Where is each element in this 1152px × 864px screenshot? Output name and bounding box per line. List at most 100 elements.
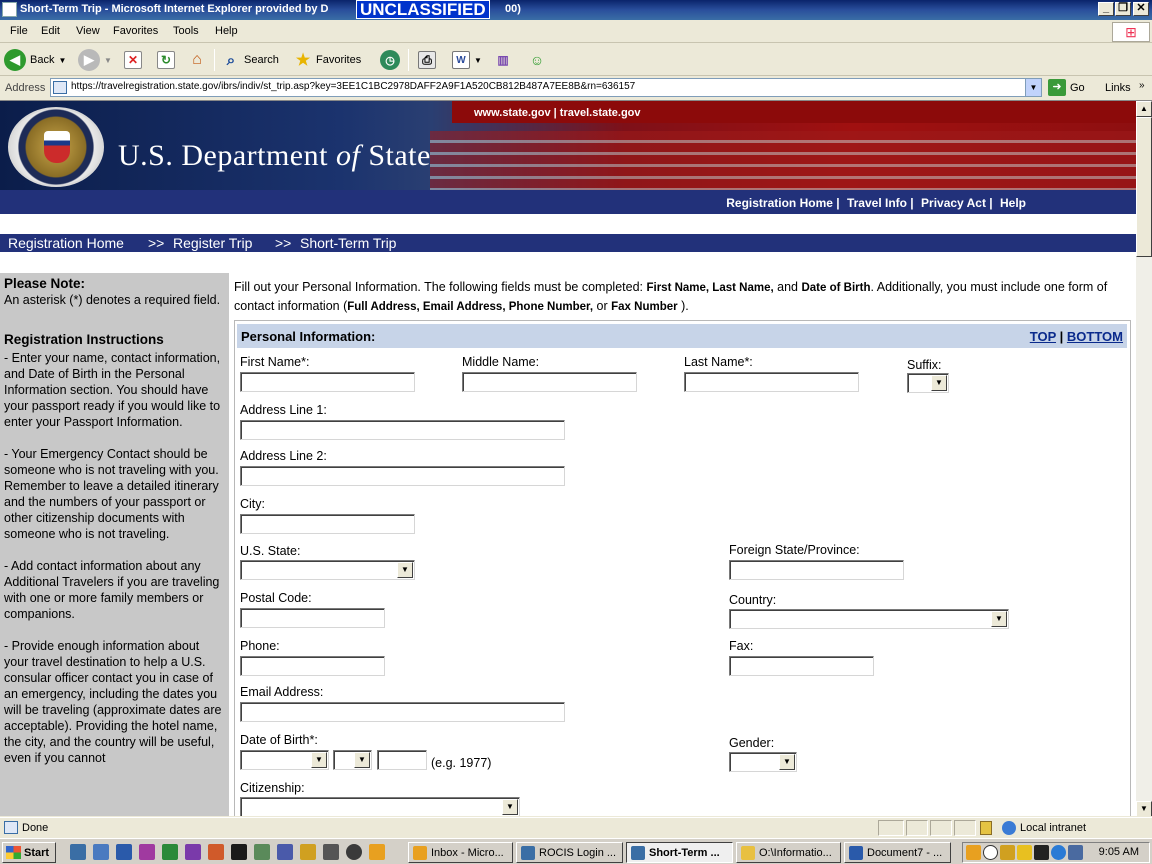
suffix-select[interactable]: ▼ (907, 373, 949, 393)
breadcrumb-register-trip[interactable]: Register Trip (173, 235, 252, 251)
scroll-down-icon[interactable]: ▼ (1136, 801, 1152, 816)
dob-day-select[interactable]: ▼ (333, 750, 372, 770)
forward-button[interactable]: ▶ ▼ (78, 48, 112, 72)
minimize-button[interactable]: _ (1098, 2, 1114, 16)
address1-field[interactable] (240, 420, 565, 440)
refresh-button[interactable]: ↻ (157, 48, 175, 72)
menu-help[interactable]: Help (215, 25, 238, 37)
task-document7[interactable]: Document7 - ... (844, 842, 951, 863)
scroll-thumb[interactable] (1136, 117, 1152, 257)
app-quicklaunch-icon[interactable] (300, 844, 316, 860)
banner-heading: U.S. Department of State (118, 139, 431, 173)
go-button[interactable]: ➜ Go (1048, 79, 1085, 96)
intro-text: Fill out your Personal Information. The … (234, 278, 1124, 316)
print-button[interactable]: ⎙ (418, 48, 436, 72)
address2-field[interactable] (240, 466, 565, 486)
media-quicklaunch-icon[interactable] (346, 844, 362, 860)
back-dropdown-icon[interactable]: ▼ (58, 56, 66, 65)
menu-tools[interactable]: Tools (173, 25, 199, 37)
menu-file[interactable]: File (10, 25, 28, 37)
citizenship-select[interactable]: ▼ (240, 797, 520, 816)
home-button[interactable]: ⌂ (188, 48, 206, 72)
address-input[interactable]: https://travelregistration.state.gov/ibr… (50, 78, 1042, 97)
dob-month-select[interactable]: ▼ (240, 750, 329, 770)
postal-code-field[interactable] (240, 608, 385, 628)
research-button[interactable]: ▥ (494, 48, 512, 72)
app-quicklaunch-icon[interactable] (277, 844, 293, 860)
links-chevron-icon[interactable]: » (1139, 80, 1145, 91)
close-button[interactable]: ✕ (1133, 2, 1149, 16)
email-field[interactable] (240, 702, 565, 722)
bottom-link[interactable]: BOTTOM (1067, 329, 1123, 344)
app-quicklaunch-icon[interactable] (323, 844, 339, 860)
status-pane (954, 820, 976, 836)
site-links[interactable]: www.state.gov | travel.state.gov (474, 107, 641, 119)
powerpoint-quicklaunch-icon[interactable] (208, 844, 224, 860)
key-icon[interactable] (1000, 845, 1015, 860)
top-link[interactable]: TOP (1030, 329, 1056, 344)
nav-help[interactable]: Help (1000, 196, 1026, 210)
menu-edit[interactable]: Edit (41, 25, 60, 37)
nav-registration-home[interactable]: Registration Home | (726, 196, 839, 210)
city-field[interactable] (240, 514, 415, 534)
first-name-field[interactable] (240, 372, 415, 392)
links-button[interactable]: Links (1105, 82, 1131, 94)
edit-dropdown-icon[interactable]: ▼ (474, 56, 482, 65)
personal-info-title: Personal Information: (241, 329, 376, 344)
messenger-button[interactable]: ☺ (528, 48, 546, 72)
middle-name-field[interactable] (462, 372, 637, 392)
favorites-button[interactable]: ★ Favorites (294, 48, 361, 72)
task-rocis[interactable]: ROCIS Login ... (516, 842, 623, 863)
department-seal-icon (8, 107, 104, 187)
scroll-up-icon[interactable]: ▲ (1136, 101, 1152, 117)
excel-quicklaunch-icon[interactable] (162, 844, 178, 860)
gender-select[interactable]: ▼ (729, 752, 797, 772)
desktop-quicklaunch-icon[interactable] (231, 844, 247, 860)
heading-main: U.S. Department (118, 139, 336, 172)
fax-field[interactable] (729, 656, 874, 676)
tray-icon[interactable] (966, 845, 981, 860)
app-quicklaunch-icon[interactable] (254, 844, 270, 860)
search-button[interactable]: ⌕ Search (222, 48, 279, 72)
stop-button[interactable]: ✕ (124, 48, 142, 72)
dob-year-field[interactable] (377, 750, 427, 770)
country-select[interactable]: ▼ (729, 609, 1009, 629)
publisher-quicklaunch-icon[interactable] (139, 844, 155, 860)
maximize-button[interactable]: ❐ (1115, 2, 1131, 16)
app-quicklaunch-icon[interactable] (369, 844, 385, 860)
go-label: Go (1070, 81, 1085, 94)
foreign-state-field[interactable] (729, 560, 904, 580)
forward-dropdown-icon[interactable]: ▼ (104, 56, 112, 65)
task-inbox[interactable]: Inbox - Micro... (408, 842, 513, 863)
network-icon[interactable] (1051, 845, 1066, 860)
us-state-select[interactable]: ▼ (240, 560, 415, 580)
task-folder[interactable]: O:\Informatio... (736, 842, 841, 863)
back-button[interactable]: ◀ Back ▼ (4, 48, 66, 72)
phone-field[interactable] (240, 656, 385, 676)
edit-button[interactable]: W ▼ (452, 48, 482, 72)
tray-icon[interactable] (1068, 845, 1083, 860)
breadcrumb-registration-home[interactable]: Registration Home (8, 235, 124, 251)
history-button[interactable]: ◷ (380, 48, 400, 72)
intro-bold: Date of Birth (801, 282, 871, 294)
access-quicklaunch-icon[interactable] (185, 844, 201, 860)
breadcrumb: Registration Home >> Register Trip >> Sh… (0, 234, 1136, 252)
nav-privacy-act[interactable]: Privacy Act | (921, 196, 993, 210)
ie-quicklaunch-icon[interactable] (70, 844, 86, 860)
nav-travel-info[interactable]: Travel Info | (847, 196, 914, 210)
window-title: Short-Term Trip - Microsoft Internet Exp… (20, 3, 329, 15)
last-name-field[interactable] (684, 372, 859, 392)
page-status-icon (4, 821, 18, 834)
web-viewport: www.state.gov | travel.state.gov U.S. De… (0, 100, 1152, 816)
alert-icon[interactable] (983, 845, 998, 860)
address-dropdown-icon[interactable]: ▼ (1025, 79, 1041, 96)
start-button[interactable]: Start (2, 842, 56, 863)
outlook-quicklaunch-icon[interactable] (93, 844, 109, 860)
menu-favorites[interactable]: Favorites (113, 25, 158, 37)
task-short-term-trip[interactable]: Short-Term ... (626, 842, 733, 863)
tray-icon[interactable] (1034, 845, 1049, 860)
tray-icon[interactable] (1017, 845, 1032, 860)
word-quicklaunch-icon[interactable] (116, 844, 132, 860)
vertical-scrollbar[interactable]: ▲ ▼ (1136, 101, 1152, 816)
menu-view[interactable]: View (76, 25, 100, 37)
